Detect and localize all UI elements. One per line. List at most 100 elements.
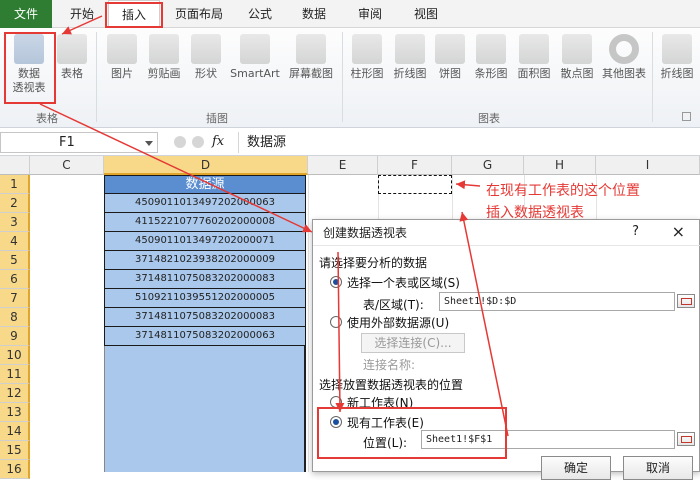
row-header[interactable]: 15 <box>0 441 30 460</box>
cell-d1-header[interactable]: 数据源 <box>104 175 306 194</box>
row-header[interactable]: 1 <box>0 175 30 194</box>
smartart-button[interactable]: SmartArt <box>228 34 282 81</box>
row-header[interactable]: 4 <box>0 232 30 251</box>
radio-external-source[interactable] <box>330 316 342 328</box>
tab-data[interactable]: 数据 <box>292 0 336 28</box>
cell-f1-marquee[interactable] <box>378 175 452 194</box>
choose-connection-button[interactable]: 选择连接(C)... <box>361 333 465 353</box>
cell-d6[interactable]: 371481107508320200008​3 <box>104 270 306 289</box>
clipart-icon <box>149 34 179 64</box>
group-separator <box>652 32 653 122</box>
highlight-insert-tab <box>105 2 163 28</box>
range-input[interactable]: Sheet1!$D:$D <box>439 292 675 311</box>
create-pivot-table-dialog: 创建数据透视表 ? × 请选择要分析的数据 选择一个表或区域(S) 表/区域(T… <box>312 219 700 480</box>
smartart-icon <box>240 34 270 64</box>
row-header[interactable]: 2 <box>0 194 30 213</box>
other-charts-button[interactable]: 其他图表 <box>599 34 649 81</box>
cell-d4[interactable]: 450901101349720200007​1 <box>104 232 306 251</box>
clipart-label: 剪贴画 <box>147 67 181 80</box>
cancel-button[interactable]: 取消 <box>623 456 693 480</box>
area-chart-label: 面积图 <box>517 67 551 80</box>
scatter-chart-label: 散点图 <box>560 67 594 80</box>
formula-input[interactable]: 数据源 <box>238 132 700 153</box>
pie-chart-button[interactable]: 饼图 <box>432 34 468 81</box>
name-box[interactable]: F1 <box>0 132 158 153</box>
range-select-icon[interactable] <box>677 294 695 308</box>
tab-home[interactable]: 开始 <box>62 0 102 28</box>
column-header-c[interactable]: C <box>30 156 104 175</box>
group-separator <box>96 32 97 122</box>
row-header[interactable]: 6 <box>0 270 30 289</box>
select-all-corner[interactable] <box>0 156 30 175</box>
row-header[interactable]: 8 <box>0 308 30 327</box>
cell-d9[interactable]: 371481107508320200006​3 <box>104 327 306 346</box>
picture-icon <box>107 34 137 64</box>
picture-button[interactable]: 图片 <box>104 34 140 81</box>
radio-select-table[interactable] <box>330 276 342 288</box>
help-icon[interactable]: ? <box>632 224 639 239</box>
sparkline-icon <box>662 34 692 64</box>
column-header-d[interactable]: D <box>104 156 308 175</box>
tab-file[interactable]: 文件 <box>0 0 52 28</box>
column-header-g[interactable]: G <box>452 156 524 175</box>
row-header[interactable]: 9 <box>0 327 30 346</box>
close-icon[interactable]: × <box>672 222 685 241</box>
line-chart-icon <box>395 34 425 64</box>
screenshot-button[interactable]: 屏幕截图 <box>284 34 338 81</box>
chevron-down-icon[interactable] <box>145 141 153 146</box>
row-header[interactable]: 5 <box>0 251 30 270</box>
column-header-i[interactable]: I <box>596 156 700 175</box>
cell-d5[interactable]: 371482102393820200000​9 <box>104 251 306 270</box>
column-header-f[interactable]: F <box>378 156 452 175</box>
row-header[interactable]: 3 <box>0 213 30 232</box>
bar-chart-button[interactable]: 条形图 <box>470 34 512 81</box>
cell-d3[interactable]: 411522107776020200000​8 <box>104 213 306 232</box>
column-header-e[interactable]: E <box>308 156 378 175</box>
row-header[interactable]: 13 <box>0 403 30 422</box>
screenshot-icon <box>296 34 326 64</box>
annotation-text: 在现有工作表的这个位置 插入数据透视表 <box>486 180 640 224</box>
arrow-to-f1 <box>455 180 481 190</box>
radio-external-source-label[interactable]: 使用外部数据源(U) <box>347 314 449 331</box>
confirm-entry-icon[interactable] <box>192 136 204 148</box>
row-header[interactable]: 14 <box>0 422 30 441</box>
tab-view[interactable]: 视图 <box>404 0 448 28</box>
radio-select-table-label[interactable]: 选择一个表或区域(S) <box>347 274 460 291</box>
row-header[interactable]: 7 <box>0 289 30 308</box>
row-header[interactable]: 12 <box>0 384 30 403</box>
tab-page-layout[interactable]: 页面布局 <box>168 0 230 28</box>
row-header[interactable]: 10 <box>0 346 30 365</box>
ok-button[interactable]: 确定 <box>541 456 611 480</box>
column-header-h[interactable]: H <box>524 156 596 175</box>
row-header[interactable]: 16 <box>0 460 30 479</box>
table-label: 表格 <box>61 67 83 80</box>
cell-d8[interactable]: 371481107508320200008​3 <box>104 308 306 327</box>
grid-line <box>308 175 309 472</box>
clipart-button[interactable]: 剪贴画 <box>143 34 185 81</box>
charts-dialog-launcher-icon[interactable] <box>682 112 691 121</box>
line-chart-button[interactable]: 折线图 <box>389 34 431 81</box>
group-label-charts: 图表 <box>478 112 500 125</box>
column-chart-button[interactable]: 柱形图 <box>346 34 388 81</box>
shapes-button[interactable]: 形状 <box>188 34 224 81</box>
area-chart-icon <box>519 34 549 64</box>
tab-formulas[interactable]: 公式 <box>238 0 282 28</box>
insert-function-icon[interactable]: fx <box>212 134 224 149</box>
tab-review[interactable]: 审阅 <box>348 0 392 28</box>
cell-d2[interactable]: 450901101349720200006​3 <box>104 194 306 213</box>
table-button[interactable]: 表格 <box>56 34 88 81</box>
line-chart-label: 折线图 <box>393 67 427 80</box>
area-chart-button[interactable]: 面积图 <box>513 34 555 81</box>
cancel-entry-icon[interactable] <box>174 136 186 148</box>
cell-d7[interactable]: 510921103955120200000​5 <box>104 289 306 308</box>
section-choose-location: 选择放置数据透视表的位置 <box>319 378 464 392</box>
row-header[interactable]: 11 <box>0 365 30 384</box>
location-select-icon[interactable] <box>677 432 695 446</box>
highlight-existing-worksheet <box>317 407 507 459</box>
sparkline-label: 折线图 <box>660 67 694 80</box>
pie-chart-icon <box>435 34 465 64</box>
range-label: 表/区域(T): <box>363 298 424 312</box>
scatter-chart-button[interactable]: 散点图 <box>556 34 598 81</box>
sparkline-button[interactable]: 折线图 <box>656 34 698 81</box>
other-charts-label: 其他图表 <box>602 67 646 80</box>
